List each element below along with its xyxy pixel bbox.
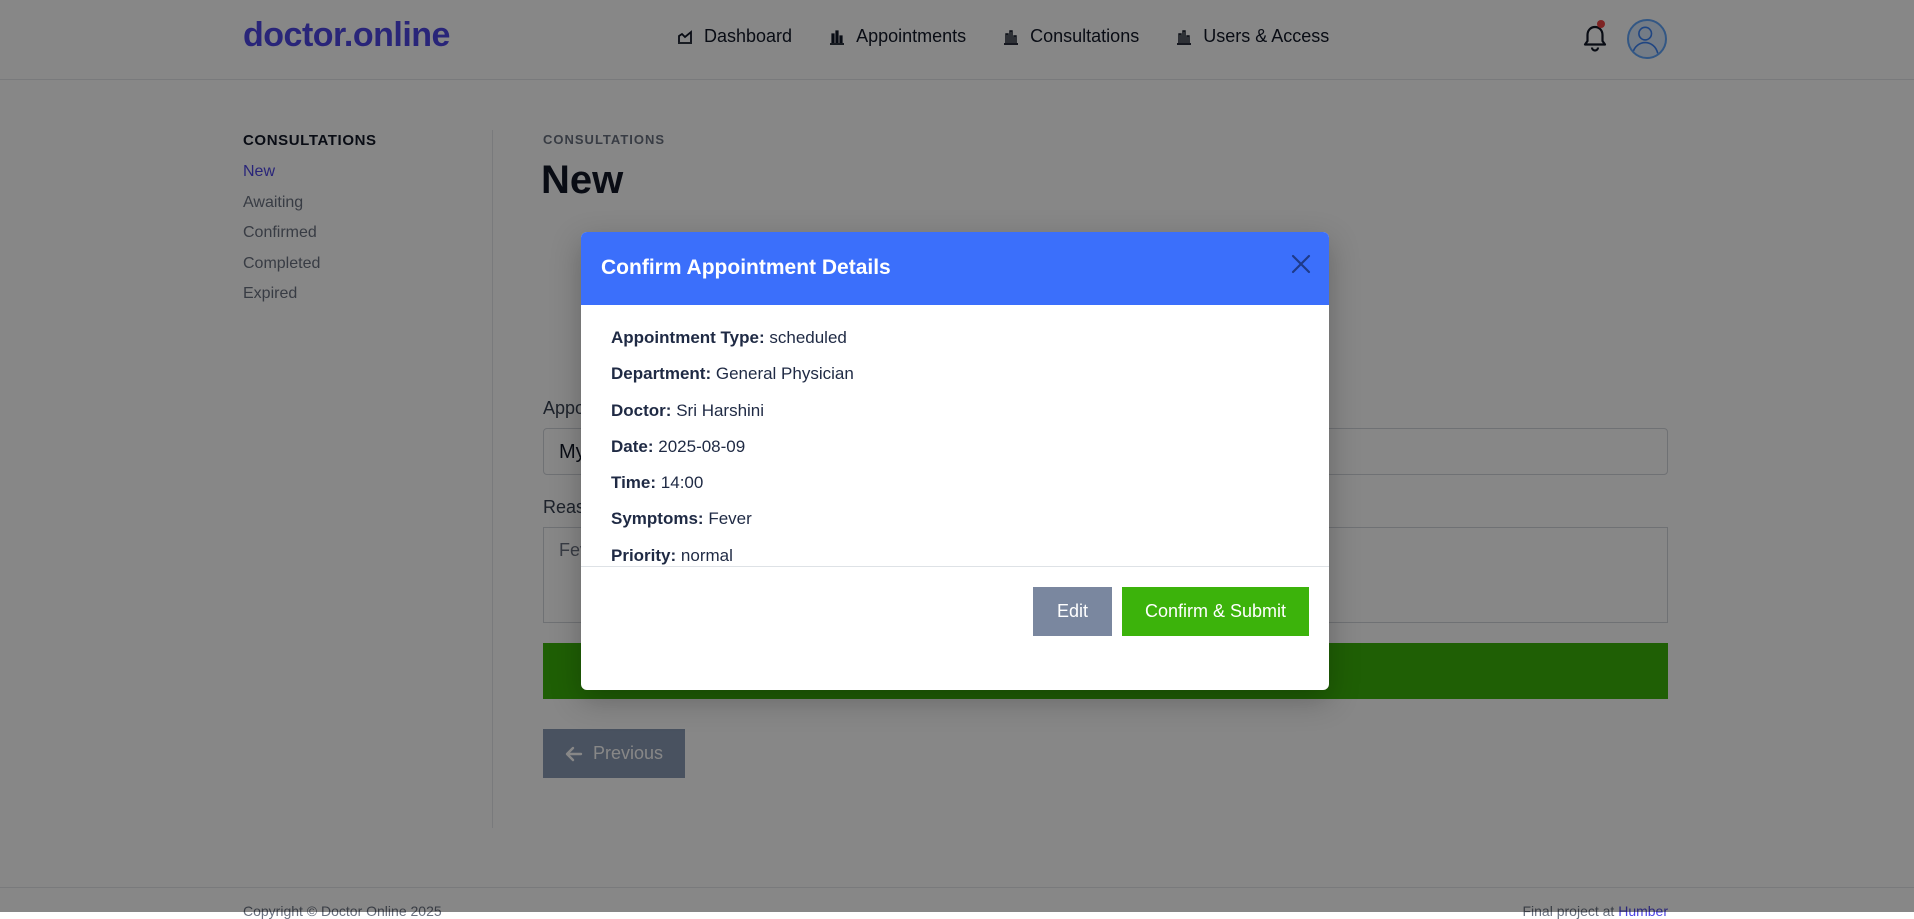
modal-title: Confirm Appointment Details [601, 256, 891, 279]
edit-button[interactable]: Edit [1033, 587, 1112, 636]
detail-value: scheduled [769, 328, 847, 347]
detail-label: Doctor: [611, 400, 672, 420]
detail-value: normal [680, 545, 733, 565]
detail-label: Priority: [611, 545, 677, 565]
detail-value: 2025-08-09 [658, 436, 746, 456]
detail-value: General Physician [715, 364, 854, 384]
detail-time: Time: 14:00 [611, 473, 1299, 509]
modal-header: Confirm Appointment Details [581, 232, 1329, 305]
detail-label: Time: [611, 473, 657, 493]
detail-value: Sri Harshini [676, 400, 765, 420]
detail-value: 14:00 [660, 473, 704, 493]
detail-label: Date: [611, 436, 654, 456]
detail-doctor: Doctor: Sri Harshini [611, 401, 1299, 437]
modal-footer: Edit Confirm & Submit [581, 567, 1329, 689]
detail-label: Department: [611, 364, 712, 384]
confirm-modal: Confirm Appointment Details Appointment … [581, 232, 1329, 690]
detail-label: Symptoms: [611, 509, 704, 529]
confirm-submit-button[interactable]: Confirm & Submit [1122, 587, 1309, 636]
detail-label: Appointment Type: [611, 328, 765, 347]
detail-appointment-type: Appointment Type: scheduled [611, 328, 1299, 364]
detail-symptoms: Symptoms: Fever [611, 509, 1299, 545]
detail-date: Date: 2025-08-09 [611, 437, 1299, 473]
detail-value: Fever [708, 509, 752, 529]
detail-department: Department: General Physician [611, 364, 1299, 400]
modal-body: Appointment Type: scheduled Department: … [581, 305, 1329, 567]
close-icon[interactable] [1289, 252, 1313, 276]
